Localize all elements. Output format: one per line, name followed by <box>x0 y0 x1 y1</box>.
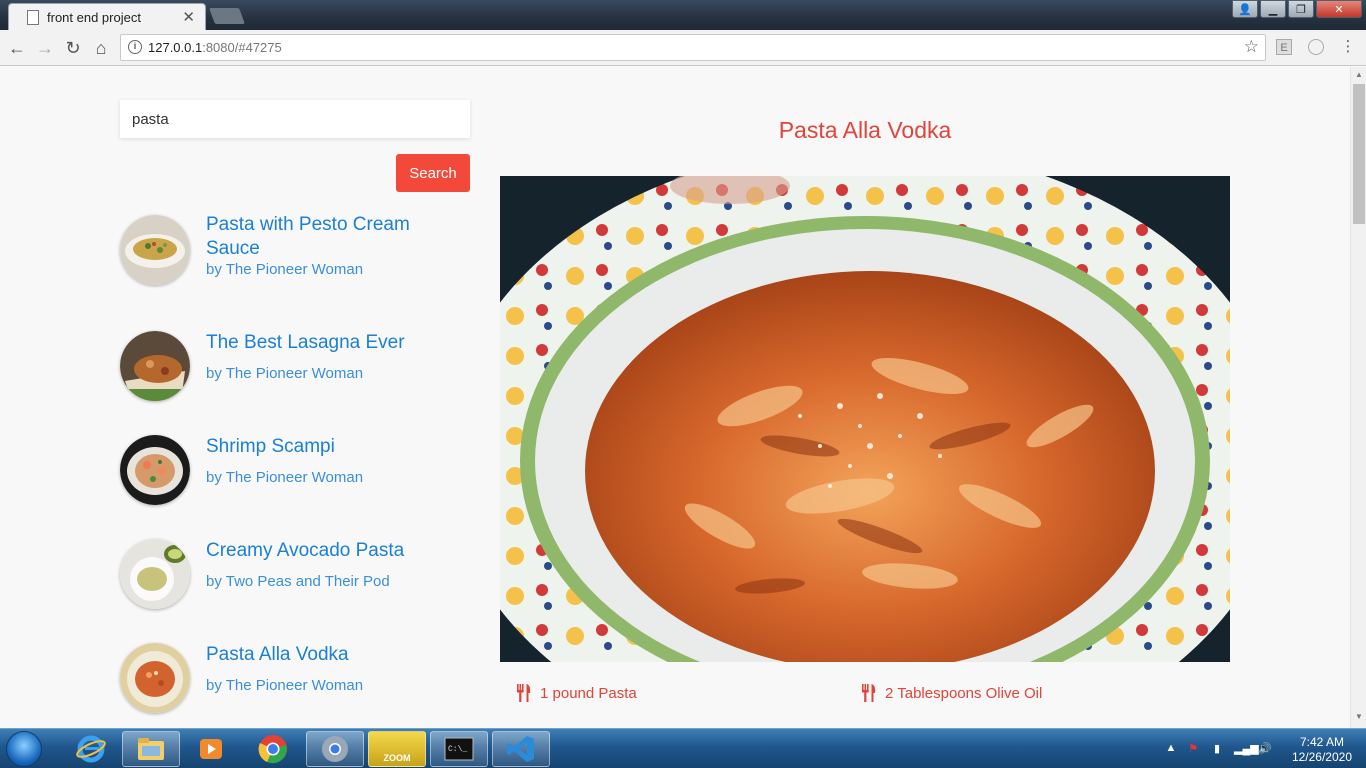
page-scrollbar[interactable]: ▲ ▼ <box>1350 67 1366 728</box>
tab-close-icon[interactable]: ✕ <box>182 8 195 26</box>
page-content: Search Pasta with Pesto Cream Sauce by T… <box>0 67 1350 728</box>
user-icon[interactable]: 👤 <box>1232 0 1258 18</box>
chrome-window-icon[interactable] <box>306 731 364 767</box>
signal-icon[interactable]: ▂▄▆ <box>1234 742 1259 756</box>
browser-tab[interactable]: front end project ✕ <box>8 3 206 30</box>
recipe-thumbnail <box>120 539 190 609</box>
home-icon[interactable]: ⌂ <box>89 36 113 60</box>
svg-text:C:\_: C:\_ <box>448 745 467 754</box>
utensils-icon <box>862 684 876 702</box>
ingredient-item: 1 pound Pasta <box>516 684 637 702</box>
menu-kebab-icon[interactable]: ⋮ <box>1340 39 1356 55</box>
ingredient-item: 2 Tablespoons Olive Oil <box>861 684 1042 702</box>
recipe-thumbnail <box>120 331 190 401</box>
clock[interactable]: 7:42 AM 12/26/2020 <box>1292 735 1352 765</box>
recipe-thumbnail <box>120 643 190 713</box>
recipe-author: by The Pioneer Woman <box>206 677 364 694</box>
media-player-icon[interactable] <box>182 731 240 767</box>
reload-icon[interactable]: ↻ <box>61 36 85 60</box>
recipe-title[interactable]: Creamy Avocado Pasta <box>206 539 426 563</box>
browser-toolbar: ← → ↻ ⌂ i 127.0.0.1:8080/#47275 ☆ E ⋮ <box>0 30 1366 66</box>
internet-explorer-icon[interactable] <box>62 731 120 767</box>
back-icon[interactable]: ← <box>5 36 29 60</box>
recipe-title[interactable]: Pasta Alla Vodka <box>206 643 426 667</box>
window-titlebar: front end project ✕ 👤 ▁ ❐ ✕ <box>0 0 1366 30</box>
clock-time: 7:42 AM <box>1299 735 1344 749</box>
address-bar[interactable]: i 127.0.0.1:8080/#47275 ☆ <box>120 34 1266 61</box>
battery-icon[interactable]: ▮ <box>1210 742 1224 756</box>
recipe-hero-image <box>500 176 1230 662</box>
window-close-button[interactable]: ✕ <box>1316 0 1362 18</box>
scrollbar-thumb[interactable] <box>1353 84 1365 224</box>
recipe-thumbnail <box>120 215 190 285</box>
new-tab-button[interactable] <box>209 8 245 24</box>
ingredient-text: 1 pound Pasta <box>540 684 637 702</box>
url-text: 127.0.0.1:8080/#47275 <box>148 40 282 55</box>
recipe-title[interactable]: Pasta with Pesto Cream Sauce <box>206 213 426 261</box>
recipe-title[interactable]: Shrimp Scampi <box>206 435 426 459</box>
recipe-author: by The Pioneer Woman <box>206 261 364 278</box>
scroll-up-icon[interactable]: ▲ <box>1355 70 1363 79</box>
show-hidden-icons-icon[interactable]: ▲ <box>1164 742 1178 756</box>
extension-circle-icon[interactable] <box>1308 39 1324 55</box>
utensils-icon <box>517 684 531 702</box>
start-button[interactable] <box>6 731 42 767</box>
minimize-button[interactable]: ▁ <box>1260 0 1286 18</box>
maximize-button[interactable]: ❐ <box>1288 0 1314 18</box>
extension-e-icon[interactable]: E <box>1276 39 1292 55</box>
scroll-down-icon[interactable]: ▼ <box>1355 712 1363 721</box>
chrome-icon[interactable] <box>244 731 302 767</box>
page-icon <box>27 10 39 25</box>
recipe-detail-title: Pasta Alla Vodka <box>778 117 952 143</box>
bookmark-star-icon[interactable]: ☆ <box>1244 37 1259 57</box>
tab-title: front end project <box>47 10 141 25</box>
clock-date: 12/26/2020 <box>1291 750 1352 764</box>
forward-icon[interactable]: → <box>33 36 57 60</box>
recipe-author: by Two Peas and Their Pod <box>206 573 390 590</box>
search-input[interactable] <box>120 100 470 138</box>
recipe-author: by The Pioneer Woman <box>206 365 364 382</box>
vscode-icon[interactable] <box>492 731 550 767</box>
zoom-icon[interactable]: ZOOM <box>368 731 426 767</box>
search-button[interactable]: Search <box>396 154 470 192</box>
command-prompt-icon[interactable]: C:\_ <box>430 731 488 767</box>
windows-taskbar: ZOOM C:\_ ▲ ⚑ ▮ ▂▄▆ 🔊 7:42 AM 12/26/2020 <box>0 728 1366 768</box>
site-info-icon[interactable]: i <box>128 40 142 54</box>
recipe-title[interactable]: The Best Lasagna Ever <box>206 331 426 355</box>
ingredient-text: 2 Tablespoons Olive Oil <box>885 684 1043 702</box>
recipe-thumbnail <box>120 435 190 505</box>
volume-icon[interactable]: 🔊 <box>1258 742 1272 756</box>
file-explorer-icon[interactable] <box>122 731 180 767</box>
action-center-flag-icon[interactable]: ⚑ <box>1186 742 1200 756</box>
recipe-author: by The Pioneer Woman <box>206 469 364 486</box>
